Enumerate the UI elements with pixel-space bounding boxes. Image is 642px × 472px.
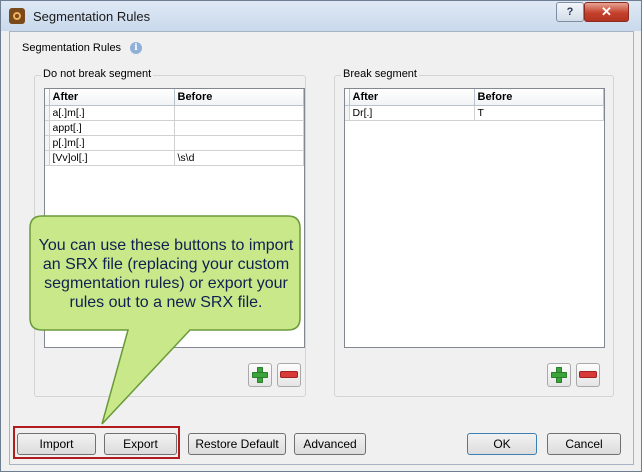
callout-text: You can use these buttons to import an S… — [38, 237, 294, 311]
